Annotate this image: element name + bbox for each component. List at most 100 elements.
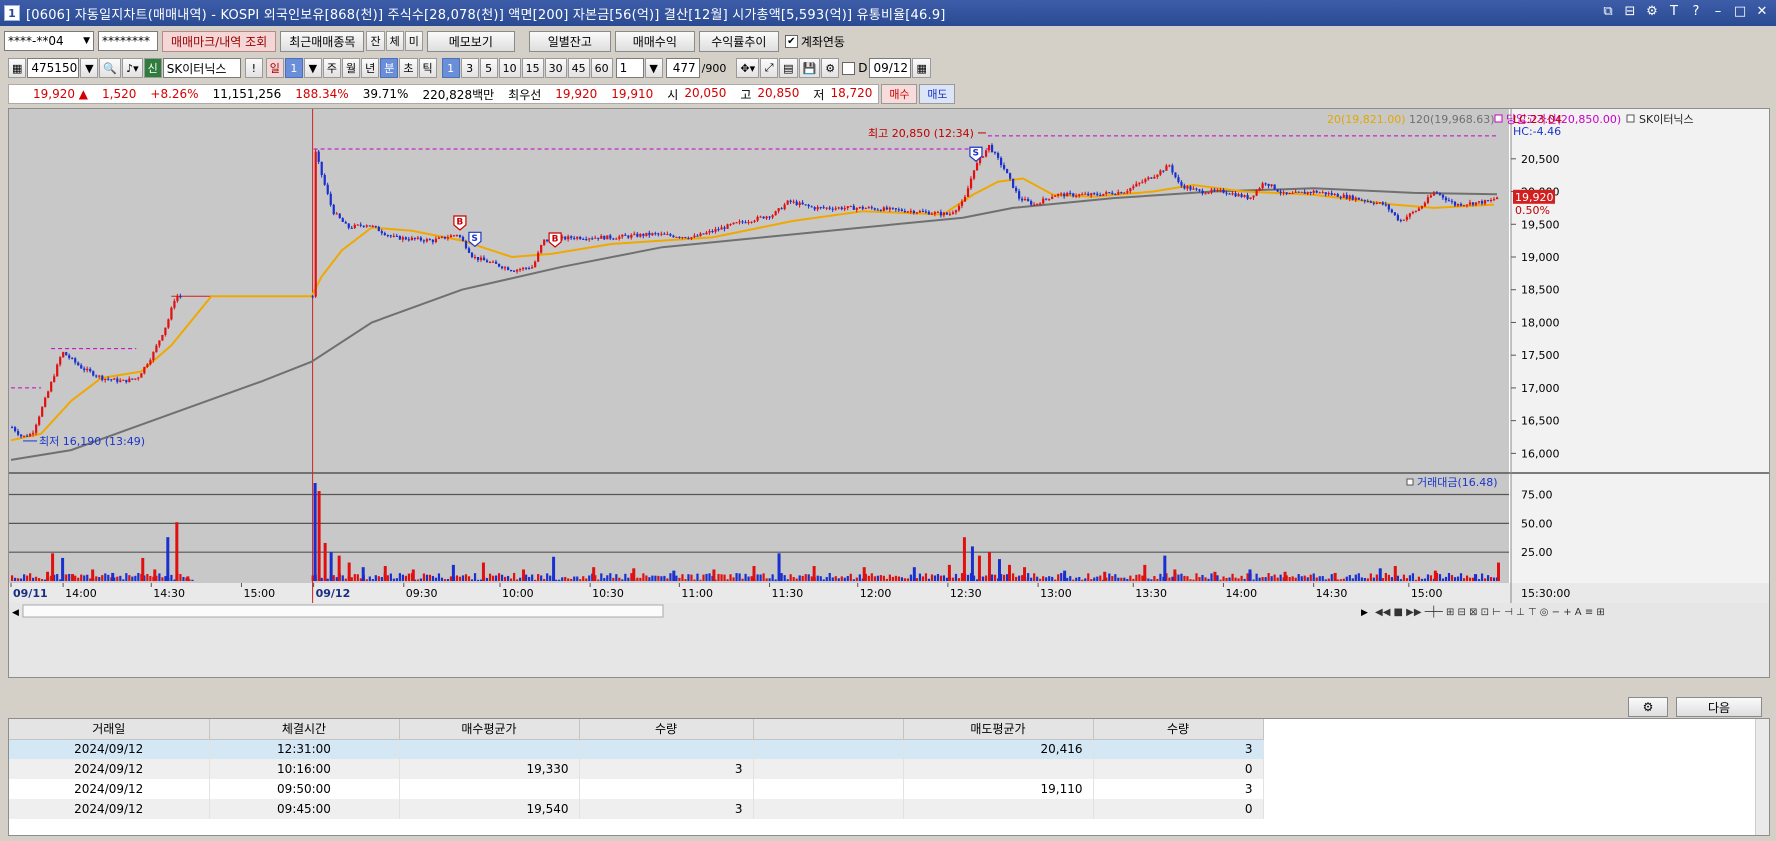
count-input[interactable]: 477 (665, 58, 700, 78)
chart-panel[interactable]: 20,50020,00019,50019,00018,50018,00017,5… (8, 108, 1770, 678)
date-checkbox[interactable]: D (842, 61, 867, 75)
minute-5-button[interactable]: 5 (479, 58, 498, 78)
candle-body (657, 233, 660, 235)
daily-balance-button[interactable]: 일별잔고 (528, 30, 611, 52)
candle-body (1348, 195, 1351, 199)
trade-mark-button[interactable]: 매매마크/내역 조회 (162, 30, 277, 52)
window-icon[interactable]: 1 (4, 5, 20, 21)
period-day-button[interactable]: 일 (265, 58, 284, 78)
volume-bar (1213, 571, 1217, 581)
interval-input[interactable]: 1 (615, 58, 644, 78)
recent-trade-button[interactable]: 최근매매종목 (280, 30, 365, 52)
date-input[interactable]: 09/12 (869, 58, 912, 78)
calendar-icon[interactable]: ▦ (912, 58, 931, 78)
volume-bar (107, 574, 110, 581)
candle-body (729, 224, 732, 226)
volume-bar (1063, 570, 1067, 581)
table-icon[interactable]: ▤ (779, 58, 798, 78)
maximize-icon[interactable]: □ (1732, 4, 1748, 19)
text-icon[interactable]: T (1666, 4, 1682, 19)
candle-body (1381, 202, 1384, 205)
price-chart[interactable]: 20,50020,00019,50019,00018,50018,00017,5… (9, 109, 1769, 677)
period-dropdown-icon[interactable]: ▼ (303, 58, 322, 78)
sell-button[interactable]: 매도 (919, 84, 956, 104)
settings-icon[interactable]: ⚙ (1644, 4, 1660, 19)
candle-body (840, 207, 843, 210)
volume-bar (681, 574, 684, 581)
candle-body (1054, 195, 1057, 197)
stock-code-input[interactable]: 475150 (27, 58, 80, 78)
candle-body (131, 378, 134, 380)
table-row[interactable]: 2024/09/12 09:50:00 19,110 3 (9, 779, 1264, 799)
minute-3-button[interactable]: 3 (460, 58, 479, 78)
search-icon[interactable]: 🔍 (99, 58, 122, 78)
minute-45-button[interactable]: 45 (567, 58, 590, 78)
tab-mi[interactable]: 미 (404, 31, 423, 51)
scroll-thumb[interactable] (22, 604, 664, 618)
account-select[interactable]: ****-**04 ▼ (4, 31, 94, 51)
interval-dropdown-icon[interactable]: ▼ (644, 58, 663, 78)
minute-10-button[interactable]: 10 (498, 58, 521, 78)
dropdown-icon[interactable]: ▼ (83, 36, 90, 46)
minute-30-button[interactable]: 30 (544, 58, 567, 78)
volume-bar (945, 577, 949, 581)
next-button[interactable]: 다음 (1676, 697, 1762, 717)
candle-body (630, 234, 633, 238)
table-row[interactable]: 2024/09/12 09:45:00 19,540 3 0 (9, 799, 1264, 819)
volume-bar (1096, 576, 1099, 581)
draw-icon[interactable]: ⤢ (760, 58, 779, 78)
minute-1-button[interactable]: 1 (441, 58, 460, 78)
speaker-icon[interactable]: ♪▾ (122, 58, 143, 78)
volume-bar (1108, 573, 1111, 581)
table-row[interactable]: 2024/09/12 12:31:00 20,416 3 (9, 739, 1264, 759)
period-tick-button[interactable]: 틱 (418, 58, 437, 78)
period-minute-button[interactable]: 분 (380, 58, 399, 78)
settings-button[interactable]: ⚙ (1628, 697, 1668, 717)
period-number[interactable]: 1 (284, 58, 303, 78)
period-week-button[interactable]: 주 (322, 58, 342, 78)
password-field[interactable]: ******** (98, 31, 158, 51)
table-scrollbar[interactable] (1755, 719, 1769, 835)
tile-icon[interactable]: ⊟ (1622, 4, 1638, 19)
tab-jan[interactable]: 잔 (366, 31, 385, 51)
indicator-icon[interactable]: ✥▾ (736, 58, 760, 78)
volume-bar (1372, 577, 1375, 581)
period-year-button[interactable]: 년 (361, 58, 380, 78)
volume-bar (38, 578, 41, 581)
volume-bar (377, 576, 380, 581)
period-second-button[interactable]: 초 (399, 58, 418, 78)
tab-che[interactable]: 체 (385, 31, 404, 51)
code-dropdown-icon[interactable]: ▼ (80, 58, 99, 78)
candle-body (128, 378, 131, 383)
candle-body (359, 224, 362, 226)
save-icon[interactable]: 💾 (798, 58, 821, 78)
volume-bar (440, 577, 444, 581)
volume-bar (467, 576, 471, 581)
layout-icon[interactable]: ▦ (8, 58, 27, 78)
account-link-checkbox[interactable]: ✔ 계좌연동 (784, 33, 845, 50)
candle-body (726, 224, 729, 229)
stock-name-field[interactable]: SK이터닉스 (162, 58, 241, 78)
config-icon[interactable]: ⚙ (821, 58, 840, 78)
memo-button[interactable]: 메모보기 (426, 30, 515, 52)
trade-profit-button[interactable]: 매매수익 (614, 30, 695, 52)
buy-button[interactable]: 매수 (881, 84, 918, 104)
volume-bar (26, 575, 29, 581)
profit-rate-button[interactable]: 수익률추이 (698, 30, 779, 52)
minute-15-button[interactable]: 15 (521, 58, 544, 78)
candle-body (437, 237, 441, 239)
volume-bar (344, 578, 347, 581)
close-icon[interactable]: ✕ (1754, 4, 1770, 19)
period-month-button[interactable]: 월 (342, 58, 361, 78)
volume-bar (732, 577, 735, 581)
volume-bar (1456, 576, 1460, 581)
alert-button[interactable]: ! (244, 58, 263, 78)
volume-bar (588, 575, 591, 581)
restore-icon[interactable]: ⧉ (1600, 4, 1616, 19)
minimize-icon[interactable]: – (1710, 4, 1726, 19)
volume-bar (1057, 574, 1060, 581)
table-row[interactable]: 2024/09/12 10:16:00 19,330 3 0 (9, 759, 1264, 779)
volume-bar (395, 578, 398, 581)
help-icon[interactable]: ? (1688, 4, 1704, 19)
minute-60-button[interactable]: 60 (590, 58, 613, 78)
